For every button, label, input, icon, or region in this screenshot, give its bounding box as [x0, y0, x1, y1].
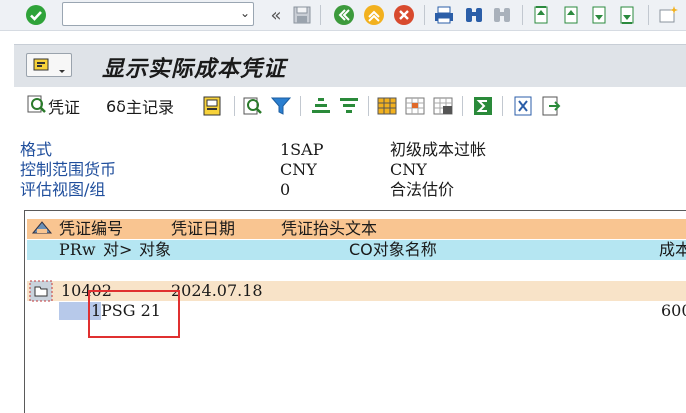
display-document-icon [26, 93, 48, 119]
cancel-icon[interactable] [392, 3, 416, 27]
page-title: 显示实际成本凭证 [102, 56, 287, 82]
document-date: 2024.07.18 [171, 281, 263, 300]
title-bar: 显示实际成本凭证 [14, 44, 686, 87]
exit-icon[interactable] [362, 3, 386, 27]
master-record-button[interactable]: 6δ 主记录 [106, 94, 174, 118]
menu-button[interactable] [26, 53, 72, 77]
command-field[interactable]: ⌄ [62, 2, 254, 26]
last-page-icon[interactable] [616, 3, 640, 27]
select-layout-icon[interactable] [404, 94, 426, 118]
find-next-icon[interactable] [490, 3, 514, 27]
application-toolbar: 凭证 6δ 主记录 [14, 90, 686, 122]
change-layout-icon[interactable] [376, 94, 398, 118]
filter-icon[interactable] [270, 94, 292, 118]
header-row-items: PRw 对> 对象 CO对象名称 成本 [27, 240, 686, 260]
system-toolbar: ⌄ « [0, 0, 686, 31]
command-input[interactable] [67, 4, 239, 26]
sort-ascending-icon[interactable] [310, 94, 332, 118]
column-document-header-text[interactable]: 凭证抬头文本 [281, 219, 377, 239]
column-prw[interactable]: PRw [59, 240, 96, 260]
next-page-icon[interactable] [588, 3, 612, 27]
format-label: 格式 [20, 140, 53, 159]
valuation-view-description: 合法估价 [390, 180, 455, 199]
column-document-number[interactable]: 凭证编号 [59, 219, 123, 239]
header-icon [31, 219, 53, 242]
master-record-icon: 6δ [106, 96, 126, 116]
header-row-document: 凭证编号 凭证日期 凭证抬头文本 [27, 219, 686, 239]
column-cost[interactable]: 成本 [659, 240, 686, 260]
collapse-icon[interactable]: « [264, 3, 288, 27]
valuation-view-label: 评估视图/组 [20, 180, 106, 199]
column-object[interactable]: 对象 [139, 240, 171, 260]
voucher-button[interactable]: 凭证 [26, 94, 80, 118]
total-icon[interactable] [472, 94, 494, 118]
back-icon[interactable] [332, 3, 356, 27]
item-cost: 600 [661, 301, 686, 320]
enter-icon[interactable] [24, 3, 48, 27]
valuation-view-value: 0 [280, 180, 291, 199]
column-co-object-name[interactable]: CO对象名称 [349, 240, 437, 260]
column-document-date[interactable]: 凭证日期 [171, 219, 235, 239]
previous-page-icon[interactable] [560, 3, 584, 27]
voucher-label: 凭证 [48, 98, 81, 117]
highlight-box [88, 290, 180, 338]
controlling-area-currency-value: CNY [280, 160, 317, 179]
export-excel-icon[interactable] [512, 94, 534, 118]
master-record-label: 主记录 [125, 98, 174, 117]
format-description: 初级成本过帐 [390, 140, 487, 159]
new-session-icon[interactable] [656, 3, 680, 27]
find-icon[interactable] [462, 3, 486, 27]
chevron-down-icon[interactable]: ⌄ [240, 6, 250, 20]
save-icon[interactable] [290, 3, 314, 27]
sort-descending-icon[interactable] [338, 94, 360, 118]
column-object-type[interactable]: 对> [103, 240, 132, 260]
zoom-details-icon[interactable] [242, 94, 264, 118]
controlling-area-currency-label: 控制范围货币 [20, 160, 117, 179]
print-icon[interactable] [432, 3, 456, 27]
format-value: 1SAP [280, 140, 324, 159]
document-icon[interactable] [202, 94, 222, 118]
save-layout-icon[interactable] [432, 94, 454, 118]
export-local-file-icon[interactable] [540, 94, 562, 118]
first-page-icon[interactable] [530, 3, 554, 27]
controlling-area-currency-description: CNY [390, 160, 427, 179]
